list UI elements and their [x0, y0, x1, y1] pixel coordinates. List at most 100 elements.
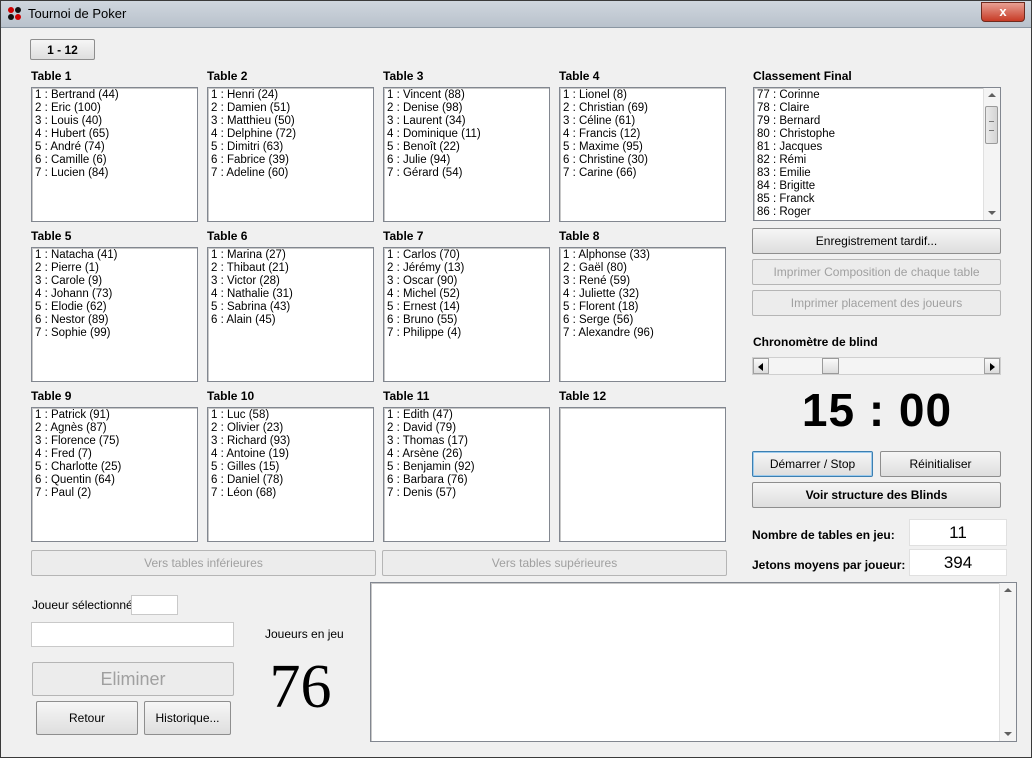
list-item[interactable]: 6 : Serge (56) [563, 314, 722, 327]
start-stop-button[interactable]: Démarrer / Stop [752, 451, 873, 477]
list-item[interactable]: 3 : Carole (9) [35, 275, 194, 288]
list-item[interactable]: 5 : Gilles (15) [211, 461, 370, 474]
list-item[interactable]: 1 : Marina (27) [211, 249, 370, 262]
list-item[interactable]: 6 : Alain (45) [211, 314, 370, 327]
list-item[interactable]: 2 : Denise (98) [387, 102, 546, 115]
list-item[interactable]: 1 : Lionel (8) [563, 89, 722, 102]
list-item[interactable]: 4 : Johann (73) [35, 288, 194, 301]
log-scrollbar[interactable] [999, 583, 1016, 741]
list-item[interactable]: 83 : Emilie [757, 167, 980, 180]
scroll-up-icon[interactable] [988, 93, 996, 97]
list-item[interactable]: 2 : Eric (100) [35, 102, 194, 115]
list-item[interactable]: 5 : Charlotte (25) [35, 461, 194, 474]
list-item[interactable]: 5 : Ernest (14) [387, 301, 546, 314]
list-item[interactable]: 2 : Christian (69) [563, 102, 722, 115]
list-item[interactable]: 1 : Bertrand (44) [35, 89, 194, 102]
list-item[interactable]: 2 : Damien (51) [211, 102, 370, 115]
list-item[interactable]: 3 : Louis (40) [35, 115, 194, 128]
list-item[interactable]: 3 : Richard (93) [211, 435, 370, 448]
back-button[interactable]: Retour [36, 701, 138, 735]
list-item[interactable]: 1 : Henri (24) [211, 89, 370, 102]
list-item[interactable]: 6 : Barbara (76) [387, 474, 546, 487]
list-item[interactable]: 4 : Delphine (72) [211, 128, 370, 141]
tab-range-button[interactable]: 1 - 12 [30, 39, 95, 60]
table-12-listbox[interactable] [559, 407, 726, 542]
list-item[interactable]: 7 : Sophie (99) [35, 327, 194, 340]
list-item[interactable]: 1 : Natacha (41) [35, 249, 194, 262]
list-item[interactable]: 2 : Agnès (87) [35, 422, 194, 435]
list-item[interactable]: 4 : Arsène (26) [387, 448, 546, 461]
title-bar[interactable]: Tournoi de Poker x [1, 1, 1031, 28]
list-item[interactable]: 6 : Christine (30) [563, 154, 722, 167]
list-item[interactable]: 3 : Thomas (17) [387, 435, 546, 448]
table-8-listbox[interactable]: 1 : Alphonse (33) 2 : Gaël (80) 3 : René… [559, 247, 726, 382]
list-item[interactable]: 4 : Hubert (65) [35, 128, 194, 141]
list-item[interactable]: 6 : Nestor (89) [35, 314, 194, 327]
list-item[interactable]: 5 : Benoît (22) [387, 141, 546, 154]
list-item[interactable]: 3 : René (59) [563, 275, 722, 288]
list-item[interactable]: 5 : Elodie (62) [35, 301, 194, 314]
list-item[interactable]: 80 : Christophe [757, 128, 980, 141]
list-item[interactable]: 2 : Olivier (23) [211, 422, 370, 435]
list-item[interactable]: 1 : Edith (47) [387, 409, 546, 422]
list-item[interactable]: 6 : Camille (6) [35, 154, 194, 167]
list-item[interactable]: 3 : Matthieu (50) [211, 115, 370, 128]
scroll-down-icon[interactable] [1004, 732, 1012, 736]
list-item[interactable]: 2 : David (79) [387, 422, 546, 435]
list-item[interactable]: 3 : Oscar (90) [387, 275, 546, 288]
table-5-listbox[interactable]: 1 : Natacha (41) 2 : Pierre (1) 3 : Caro… [31, 247, 198, 382]
eliminate-button[interactable]: Eliminer [32, 662, 234, 696]
list-item[interactable]: 1 : Patrick (91) [35, 409, 194, 422]
ranking-scrollbar[interactable] [983, 88, 1000, 220]
blind-timer-slider[interactable] [752, 357, 1001, 375]
table-9-listbox[interactable]: 1 : Patrick (91) 2 : Agnès (87) 3 : Flor… [31, 407, 198, 542]
list-item[interactable]: 3 : Victor (28) [211, 275, 370, 288]
list-item[interactable]: 4 : Michel (52) [387, 288, 546, 301]
list-item[interactable]: 5 : Florent (18) [563, 301, 722, 314]
upper-tables-button[interactable]: Vers tables supérieures [382, 550, 727, 576]
list-item[interactable]: 7 : Alexandre (96) [563, 327, 722, 340]
list-item[interactable]: 5 : Benjamin (92) [387, 461, 546, 474]
close-button[interactable]: x [981, 2, 1025, 22]
print-composition-button[interactable]: Imprimer Composition de chaque table [752, 259, 1001, 285]
scroll-thumb[interactable] [985, 106, 998, 144]
list-item[interactable]: 7 : Paul (2) [35, 487, 194, 500]
list-item[interactable]: 4 : Juliette (32) [563, 288, 722, 301]
table-3-listbox[interactable]: 1 : Vincent (88) 2 : Denise (98) 3 : Lau… [383, 87, 550, 222]
list-item[interactable]: 3 : Laurent (34) [387, 115, 546, 128]
final-ranking-listbox[interactable]: 77 : Corinne 78 : Claire 79 : Bernard 80… [753, 87, 1001, 221]
list-item[interactable]: 78 : Claire [757, 102, 980, 115]
list-item[interactable]: 2 : Pierre (1) [35, 262, 194, 275]
list-item[interactable]: 84 : Brigitte [757, 180, 980, 193]
list-item[interactable]: 7 : Carine (66) [563, 167, 722, 180]
list-item[interactable]: 7 : Denis (57) [387, 487, 546, 500]
scroll-down-icon[interactable] [988, 211, 996, 215]
table-7-listbox[interactable]: 1 : Carlos (70) 2 : Jérémy (13) 3 : Osca… [383, 247, 550, 382]
list-item[interactable]: 1 : Alphonse (33) [563, 249, 722, 262]
late-registration-button[interactable]: Enregistrement tardif... [752, 228, 1001, 254]
list-item[interactable]: 6 : Bruno (55) [387, 314, 546, 327]
list-item[interactable]: 7 : Lucien (84) [35, 167, 194, 180]
list-item[interactable]: 2 : Jérémy (13) [387, 262, 546, 275]
list-item[interactable]: 2 : Thibaut (21) [211, 262, 370, 275]
table-6-listbox[interactable]: 1 : Marina (27) 2 : Thibaut (21) 3 : Vic… [207, 247, 374, 382]
list-item[interactable]: 5 : André (74) [35, 141, 194, 154]
list-item[interactable]: 82 : Rémi [757, 154, 980, 167]
table-10-listbox[interactable]: 1 : Luc (58) 2 : Olivier (23) 3 : Richar… [207, 407, 374, 542]
list-item[interactable]: 79 : Bernard [757, 115, 980, 128]
selected-player-number-field[interactable] [131, 595, 178, 615]
table-4-listbox[interactable]: 1 : Lionel (8) 2 : Christian (69) 3 : Cé… [559, 87, 726, 222]
list-item[interactable]: 6 : Quentin (64) [35, 474, 194, 487]
log-textarea[interactable] [370, 582, 1017, 742]
list-item[interactable]: 5 : Dimitri (63) [211, 141, 370, 154]
list-item[interactable]: 6 : Fabrice (39) [211, 154, 370, 167]
print-placement-button[interactable]: Imprimer placement des joueurs [752, 290, 1001, 316]
list-item[interactable]: 6 : Julie (94) [387, 154, 546, 167]
slider-right-icon[interactable] [984, 358, 1000, 374]
list-item[interactable]: 7 : Adeline (60) [211, 167, 370, 180]
list-item[interactable]: 4 : Nathalie (31) [211, 288, 370, 301]
list-item[interactable]: 7 : Philippe (4) [387, 327, 546, 340]
table-2-listbox[interactable]: 1 : Henri (24) 2 : Damien (51) 3 : Matth… [207, 87, 374, 222]
lower-tables-button[interactable]: Vers tables inférieures [31, 550, 376, 576]
list-item[interactable]: 5 : Maxime (95) [563, 141, 722, 154]
